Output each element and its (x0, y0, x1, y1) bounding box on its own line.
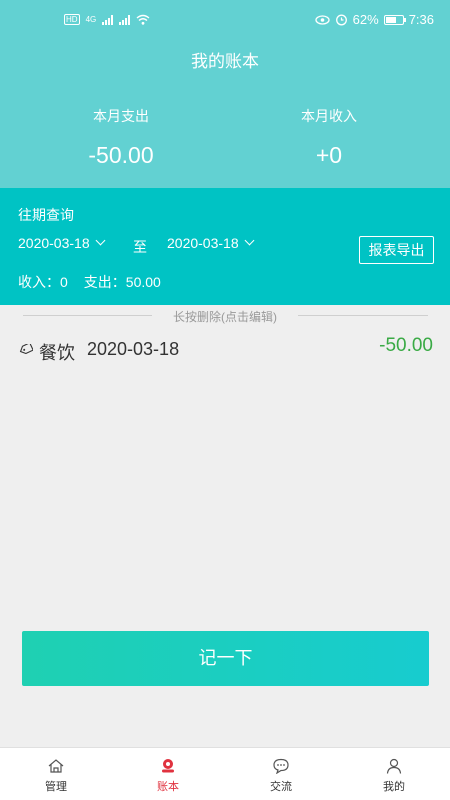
tab-ledger[interactable]: 账本 (112, 748, 224, 800)
history-query-panel: 往期查询 2020-03-18 至 2020-03-18 报表导出 收入：0 支… (0, 188, 450, 305)
record-date: 2020-03-18 (87, 339, 180, 359)
add-record-button[interactable]: 记一下 (22, 631, 429, 686)
export-report-button[interactable]: 报表导出 (359, 236, 434, 264)
period-income: 收入：0 (18, 274, 68, 290)
query-title: 往期查询 (18, 207, 74, 223)
divider (23, 315, 152, 316)
eye-icon (315, 14, 330, 25)
start-date-picker[interactable]: 2020-03-18 (18, 235, 106, 251)
period-expense: 支出：50.00 (83, 274, 161, 290)
end-date-picker[interactable]: 2020-03-18 (167, 235, 255, 251)
income-value: +0 (315, 142, 343, 168)
header-section: HD 4G 62% 7:36 我的账本 本月支出 -50.00 本月收入 +0 (0, 0, 450, 188)
list-hint: 长按删除(点击编辑) (0, 307, 450, 324)
start-date: 2020-03-18 (18, 235, 90, 251)
home-icon (48, 759, 64, 773)
record-amount: -50.00 (379, 335, 433, 356)
status-right: 62% 7:36 (315, 12, 434, 27)
chat-icon (273, 758, 289, 774)
bottom-tab-bar: 管理 账本 交流 我的 (0, 747, 450, 800)
user-icon (386, 758, 402, 774)
monthly-expense: 本月支出 -50.00 (21, 106, 221, 169)
battery-icon (383, 14, 406, 25)
tab-mine[interactable]: 我的 (338, 748, 450, 800)
divider (298, 315, 428, 316)
tab-label: 账本 (157, 781, 179, 793)
monthly-income: 本月收入 +0 (229, 106, 429, 169)
signal-icon (102, 14, 114, 25)
tab-label: 交流 (270, 781, 292, 793)
chevron-down-icon (95, 235, 106, 246)
tab-label: 我的 (383, 781, 405, 793)
period-totals: 收入：0 支出：50.00 (18, 272, 161, 292)
tab-label: 管理 (45, 781, 67, 793)
expense-value: -50.00 (88, 142, 154, 168)
signal-icon-2 (119, 14, 131, 25)
income-label: 本月收入 (301, 108, 357, 124)
clock: 7:36 (408, 12, 434, 27)
battery-percent: 62% (352, 12, 379, 27)
hd-badge: HD (64, 14, 80, 25)
tab-manage[interactable]: 管理 (0, 748, 112, 800)
hint-text: 长按删除(点击编辑) (173, 310, 277, 324)
sim-label: 4G (85, 15, 97, 24)
record-item[interactable]: 餐饮 2020-03-18 -50.00 (0, 330, 450, 370)
ledger-icon (162, 759, 174, 773)
status-bar: HD 4G 62% 7:36 (0, 0, 450, 40)
end-date: 2020-03-18 (167, 235, 239, 251)
chevron-down-icon (244, 235, 255, 246)
expense-label: 本月支出 (93, 108, 149, 124)
tag-icon (19, 344, 33, 354)
page-title: 我的账本 (191, 52, 259, 71)
record-category: 餐饮 (39, 343, 75, 363)
date-separator: 至 (133, 239, 147, 255)
tab-chat[interactable]: 交流 (225, 748, 337, 800)
status-left: HD 4G (64, 14, 150, 25)
wifi-icon (136, 14, 150, 25)
alarm-icon (335, 14, 347, 26)
